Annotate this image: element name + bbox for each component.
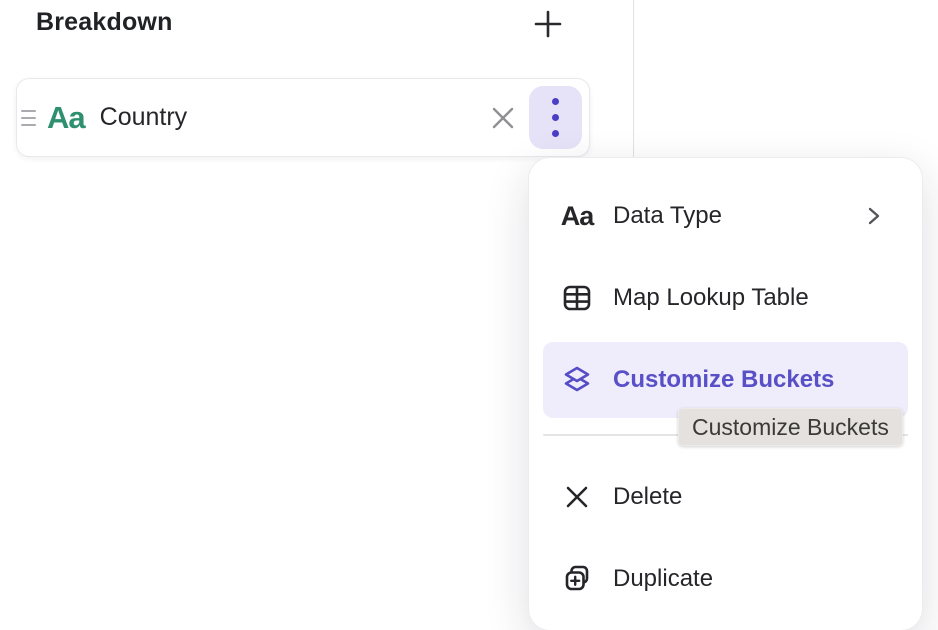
menu-item-duplicate[interactable]: Duplicate bbox=[543, 541, 908, 617]
field-options-button[interactable] bbox=[529, 86, 582, 149]
menu-item-label: Delete bbox=[613, 483, 682, 511]
field-label: Country bbox=[100, 103, 188, 132]
duplicate-icon bbox=[561, 563, 593, 595]
remove-field-button[interactable] bbox=[483, 98, 523, 138]
tooltip: Customize Buckets bbox=[678, 408, 903, 446]
table-icon bbox=[561, 282, 593, 314]
menu-item-delete[interactable]: Delete bbox=[543, 459, 908, 535]
chevron-right-icon bbox=[866, 204, 896, 228]
text-type-icon: Aa bbox=[561, 200, 593, 232]
kebab-dots-icon bbox=[552, 98, 559, 137]
menu-item-label: Customize Buckets bbox=[613, 366, 834, 394]
menu-item-map-lookup-table[interactable]: Map Lookup Table bbox=[543, 260, 908, 336]
menu-item-label: Map Lookup Table bbox=[613, 284, 809, 312]
menu-item-data-type[interactable]: Aa Data Type bbox=[543, 178, 908, 254]
add-breakdown-button[interactable] bbox=[528, 4, 568, 44]
breakdown-field-card[interactable]: Aa Country bbox=[16, 78, 590, 157]
drag-handle-icon[interactable] bbox=[21, 110, 37, 126]
close-icon bbox=[490, 105, 516, 131]
page-title: Breakdown bbox=[36, 8, 173, 37]
layers-icon bbox=[561, 364, 593, 396]
menu-item-label: Duplicate bbox=[613, 565, 713, 593]
data-type-text-icon: Aa bbox=[47, 102, 85, 133]
plus-icon bbox=[533, 9, 563, 39]
x-icon bbox=[561, 481, 593, 513]
menu-item-customize-buckets[interactable]: Customize Buckets bbox=[543, 342, 908, 418]
field-options-menu: Aa Data Type Map Lookup Table Customize … bbox=[528, 157, 923, 630]
menu-item-label: Data Type bbox=[613, 202, 722, 230]
